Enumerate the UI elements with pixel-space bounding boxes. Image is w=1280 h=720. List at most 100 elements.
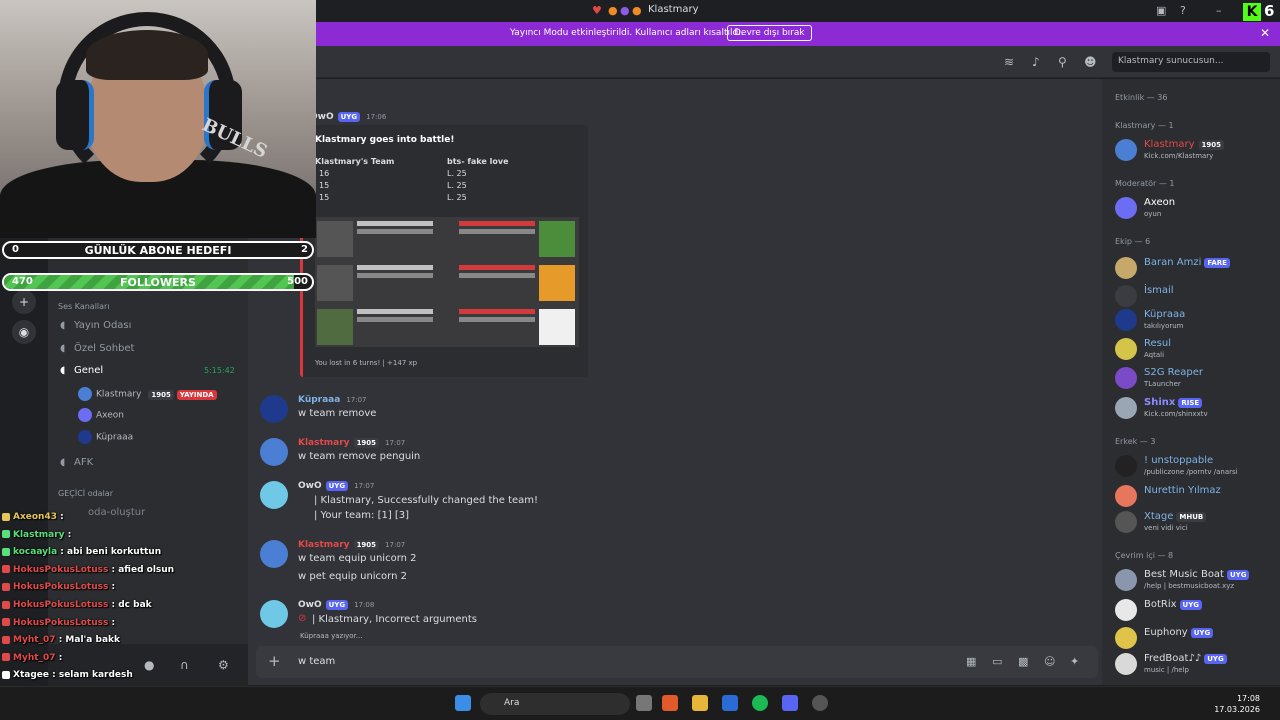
right-level-1: L. 25: [447, 169, 467, 178]
message-author[interactable]: Klastmary 1905 17:07: [298, 540, 405, 550]
explorer-icon[interactable]: [692, 695, 708, 711]
avatar[interactable]: [260, 540, 288, 568]
search-input[interactable]: Klastmary sunucusun...: [1112, 52, 1270, 72]
live-badge: YAYINDA: [176, 389, 217, 400]
brave-icon[interactable]: [662, 695, 678, 711]
member-name: FredBoat♪♪ UYG: [1144, 653, 1227, 664]
message-author[interactable]: Klastmary 1905 17:07: [298, 438, 405, 448]
member-item[interactable]: FredBoat♪♪ UYG music | /help: [1115, 651, 1275, 677]
pin-icon[interactable]: ⚲: [1058, 55, 1067, 69]
category-voice[interactable]: Ses Kanalları: [58, 302, 110, 311]
member-item[interactable]: S2G Reaper TLauncher: [1115, 365, 1275, 391]
minimize-icon[interactable]: –: [1216, 4, 1222, 17]
message-author[interactable]: Küpraaa 17:07: [298, 395, 367, 405]
overlay-username: Myht_07: [13, 652, 56, 663]
member-item[interactable]: İsmail: [1115, 283, 1275, 309]
add-server-icon[interactable]: +: [12, 290, 36, 314]
channel-timer: 5:15:42: [204, 366, 235, 375]
emoji-icon[interactable]: ☺: [1044, 655, 1055, 668]
category-temp[interactable]: GEÇİCİ odalar: [58, 489, 113, 498]
avatar: [1115, 397, 1137, 419]
member-item[interactable]: Xtage MHUB veni vidi vici: [1115, 509, 1275, 535]
gift-icon[interactable]: ▦: [966, 655, 976, 668]
voice-user[interactable]: Klastmary 1905 YAYINDA: [78, 387, 217, 401]
bell-icon[interactable]: ♪: [1032, 55, 1040, 69]
member-item[interactable]: Baran Amzi FARE: [1115, 255, 1275, 281]
member-item[interactable]: Klastmary 1905 Kick.com/Klastmary: [1115, 137, 1275, 163]
disable-streamer-mode-button[interactable]: Devre dışı bırak: [727, 25, 812, 41]
fire-icon: ●: [632, 4, 642, 17]
member-item[interactable]: Resul Aqtali: [1115, 336, 1275, 362]
member-item[interactable]: Shinx RISE Kick.com/shinxxtv: [1115, 395, 1275, 421]
task-view-icon[interactable]: [636, 695, 652, 711]
member-item[interactable]: Nurettin Yılmaz: [1115, 483, 1275, 509]
overlay-username: Klastmary: [13, 529, 65, 540]
overlay-chat-line: HokusPokusLotuss :: [2, 582, 115, 592]
apps-icon[interactable]: ✦: [1070, 655, 1079, 668]
member-name: S2G Reaper: [1144, 367, 1204, 378]
wp-bar: [357, 317, 433, 322]
goal-max: 2: [301, 244, 308, 255]
sticker-icon[interactable]: ▩: [1018, 655, 1028, 668]
member-item[interactable]: ! unstoppable /publiczone /porntv /anars…: [1115, 453, 1275, 479]
speaker-icon: ◖: [60, 343, 66, 354]
avatar: [1115, 485, 1137, 507]
overlay-chat-line: Xtagee : selam kardesh: [2, 670, 133, 680]
threads-icon[interactable]: ≋: [1004, 55, 1014, 69]
composer-input[interactable]: w team: [298, 656, 335, 667]
voice-user[interactable]: Küpraaa: [78, 430, 133, 444]
voice-channel[interactable]: ◖ AFK: [60, 457, 93, 468]
inbox-icon[interactable]: ▣: [1156, 4, 1166, 17]
member-item[interactable]: Küpraaa takılıyorum: [1115, 307, 1275, 333]
avatar[interactable]: [260, 600, 288, 628]
hp-bar: [357, 265, 433, 270]
headphone-ear: [56, 80, 94, 150]
member-status: Kick.com/Klastmary: [1144, 152, 1214, 160]
help-icon[interactable]: ?: [1180, 4, 1186, 17]
message-time: 17:08: [354, 601, 375, 609]
headphones-icon[interactable]: ∩: [180, 658, 189, 672]
voice-channel[interactable]: ◖ Yayın Odası: [60, 320, 131, 331]
discover-icon[interactable]: ◉: [12, 320, 36, 344]
voice-user[interactable]: Axeon: [78, 408, 124, 422]
mic-icon[interactable]: ●: [144, 658, 154, 672]
discord-icon[interactable]: [782, 695, 798, 711]
voice-channel[interactable]: ◖ Özel Sohbet: [60, 343, 134, 354]
overlay-message: : Mal'a bakk: [58, 635, 120, 646]
mail-icon[interactable]: [722, 695, 738, 711]
platform-icon: [2, 547, 10, 556]
spotify-icon[interactable]: [752, 695, 768, 711]
members-icon[interactable]: ☻: [1084, 55, 1097, 69]
message-composer[interactable]: + w team ▦ ▭ ▩ ☺ ✦: [256, 646, 1098, 678]
sub-goal-bar: GÜNLÜK ABONE HEDEFI 0 2: [2, 241, 314, 259]
overlay-message: : dc bak: [111, 600, 152, 610]
message-author[interactable]: OwO UYG 17:06: [310, 112, 386, 122]
gear-icon[interactable]: ⚙: [218, 658, 229, 672]
author-name: OwO: [298, 481, 322, 491]
close-icon[interactable]: ✕: [1260, 26, 1270, 40]
member-item[interactable]: Euphony UYG: [1115, 625, 1275, 651]
plus-icon[interactable]: +: [268, 652, 281, 670]
app-icon[interactable]: [812, 695, 828, 711]
voice-channel[interactable]: ◖ Genel: [60, 365, 103, 376]
message-author[interactable]: OwO UYG 17:07: [298, 481, 374, 491]
member-item[interactable]: Axeon oyun: [1115, 195, 1275, 221]
voice-channel[interactable]: oda-oluştur: [88, 507, 145, 518]
taskbar-clock[interactable]: 17:08 17.03.2026: [1214, 693, 1260, 715]
avatar: [78, 430, 92, 444]
windows-start-icon[interactable]: [455, 695, 471, 711]
avatar[interactable]: [260, 481, 288, 509]
member-item[interactable]: BotRix UYG: [1115, 597, 1275, 623]
overlay-chat-line: HokusPokusLotuss :: [2, 618, 115, 628]
message-text: | Your team: [1] [3]: [314, 510, 410, 521]
gif-icon[interactable]: ▭: [992, 655, 1002, 668]
taskbar-search[interactable]: Ara: [480, 693, 630, 715]
member-status: oyun: [1144, 210, 1162, 218]
member-item[interactable]: Best Music Boat UYG /help | bestmusicboat…: [1115, 567, 1275, 593]
avatar[interactable]: [260, 395, 288, 423]
avatar: [1115, 197, 1137, 219]
avatar[interactable]: [260, 438, 288, 466]
message-author[interactable]: OwO UYG 17:08: [298, 600, 374, 610]
wp-bar: [459, 273, 535, 278]
channel-header: ≋ ♪ ⚲ ☻ Klastmary sunucusun...: [316, 46, 1280, 78]
